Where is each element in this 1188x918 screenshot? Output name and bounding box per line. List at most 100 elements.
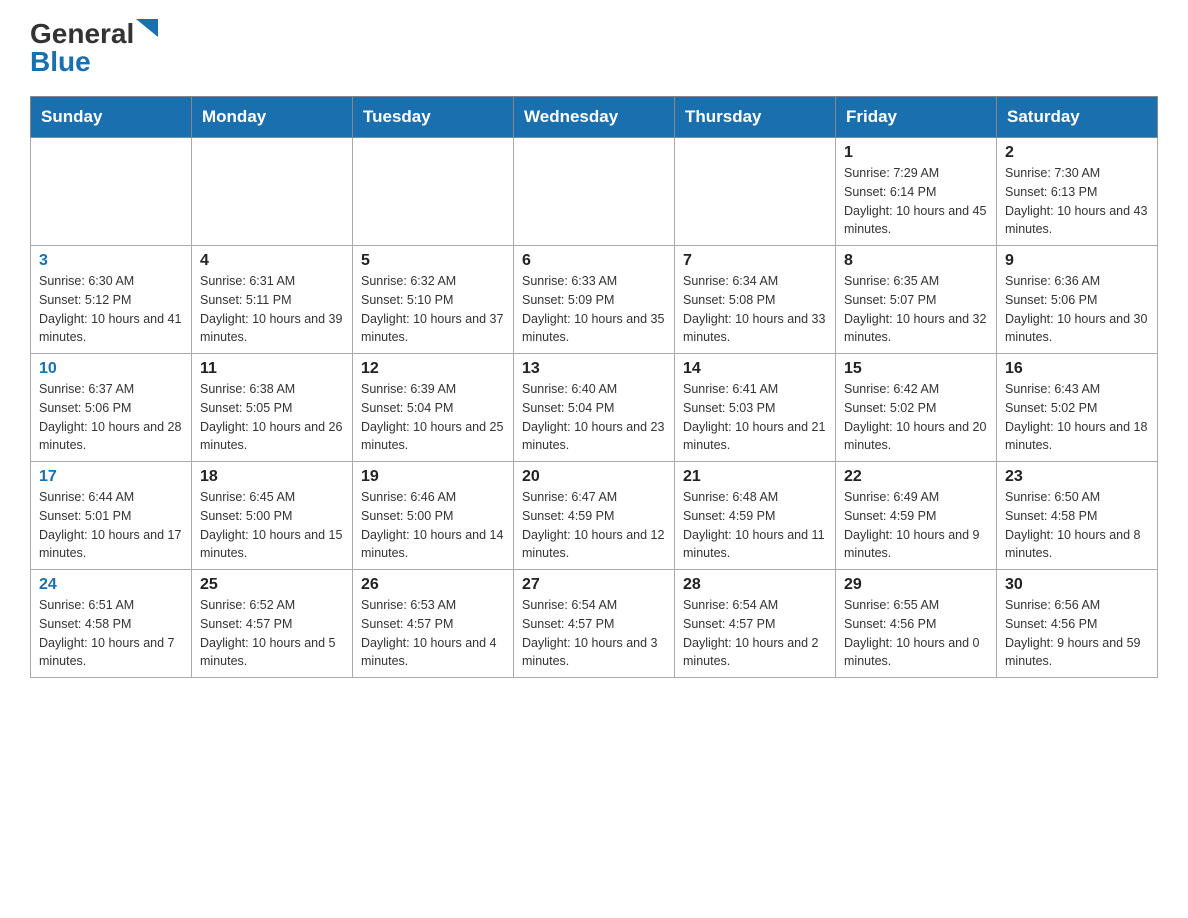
calendar-cell: 7 Sunrise: 6:34 AMSunset: 5:08 PMDaylight… — [675, 246, 836, 354]
day-header-friday: Friday — [836, 97, 997, 138]
day-info: Sunrise: 6:39 AMSunset: 5:04 PMDaylight:… — [361, 380, 505, 455]
day-info: Sunrise: 6:34 AMSunset: 5:08 PMDaylight:… — [683, 272, 827, 347]
calendar-week-4: 17 Sunrise: 6:44 AMSunset: 5:01 PMDayligh… — [31, 462, 1158, 570]
calendar-cell: 26Sunrise: 6:53 AMSunset: 4:57 PMDayligh… — [353, 570, 514, 678]
calendar-cell: 25 Sunrise: 6:52 AMSunset: 4:57 PMDayligh… — [192, 570, 353, 678]
day-number: 29 — [844, 576, 988, 594]
calendar-cell: 21 Sunrise: 6:48 AMSunset: 4:59 PMDayligh… — [675, 462, 836, 570]
day-number: 17 — [39, 468, 183, 486]
day-number: 27 — [522, 576, 666, 594]
day-info: Sunrise: 7:29 AMSunset: 6:14 PMDaylight:… — [844, 164, 988, 239]
day-header-tuesday: Tuesday — [353, 97, 514, 138]
calendar-cell: 27 Sunrise: 6:54 AMSunset: 4:57 PMDayligh… — [514, 570, 675, 678]
day-info: Sunrise: 6:48 AMSunset: 4:59 PMDaylight:… — [683, 488, 827, 563]
calendar-cell: 5 Sunrise: 6:32 AMSunset: 5:10 PMDaylight… — [353, 246, 514, 354]
day-number: 16 — [1005, 360, 1149, 378]
day-number: 18 — [200, 468, 344, 486]
day-number: 28 — [683, 576, 827, 594]
day-info: Sunrise: 6:50 AMSunset: 4:58 PMDaylight:… — [1005, 488, 1149, 563]
calendar-cell: 17 Sunrise: 6:44 AMSunset: 5:01 PMDayligh… — [31, 462, 192, 570]
day-number: 11 — [200, 360, 344, 378]
day-info: Sunrise: 6:47 AMSunset: 4:59 PMDaylight:… — [522, 488, 666, 563]
day-info: Sunrise: 7:30 AMSunset: 6:13 PMDaylight:… — [1005, 164, 1149, 239]
calendar-cell: 3 Sunrise: 6:30 AMSunset: 5:12 PMDaylight… — [31, 246, 192, 354]
calendar-cell: 13Sunrise: 6:40 AMSunset: 5:04 PMDayligh… — [514, 354, 675, 462]
day-header-sunday: Sunday — [31, 97, 192, 138]
day-number: 8 — [844, 252, 988, 270]
calendar-cell — [192, 138, 353, 246]
calendar-cell: 16 Sunrise: 6:43 AMSunset: 5:02 PMDayligh… — [997, 354, 1158, 462]
calendar-cell — [353, 138, 514, 246]
calendar-cell: 12 Sunrise: 6:39 AMSunset: 5:04 PMDayligh… — [353, 354, 514, 462]
day-number: 7 — [683, 252, 827, 270]
day-number: 3 — [39, 252, 183, 270]
day-number: 12 — [361, 360, 505, 378]
calendar-cell: 11 Sunrise: 6:38 AMSunset: 5:05 PMDayligh… — [192, 354, 353, 462]
calendar-cell: 18Sunrise: 6:45 AMSunset: 5:00 PMDayligh… — [192, 462, 353, 570]
calendar-cell: 2 Sunrise: 7:30 AMSunset: 6:13 PMDaylight… — [997, 138, 1158, 246]
day-info: Sunrise: 6:38 AMSunset: 5:05 PMDaylight:… — [200, 380, 344, 455]
day-number: 30 — [1005, 576, 1149, 594]
calendar-cell: 24 Sunrise: 6:51 AMSunset: 4:58 PMDayligh… — [31, 570, 192, 678]
day-number: 23 — [1005, 468, 1149, 486]
day-header-thursday: Thursday — [675, 97, 836, 138]
day-info: Sunrise: 6:56 AMSunset: 4:56 PMDaylight:… — [1005, 596, 1149, 671]
calendar-cell — [675, 138, 836, 246]
calendar-cell — [31, 138, 192, 246]
day-number: 10 — [39, 360, 183, 378]
day-info: Sunrise: 6:31 AMSunset: 5:11 PMDaylight:… — [200, 272, 344, 347]
day-info: Sunrise: 6:49 AMSunset: 4:59 PMDaylight:… — [844, 488, 988, 563]
day-number: 24 — [39, 576, 183, 594]
day-header-wednesday: Wednesday — [514, 97, 675, 138]
calendar-week-5: 24 Sunrise: 6:51 AMSunset: 4:58 PMDayligh… — [31, 570, 1158, 678]
day-info: Sunrise: 6:35 AMSunset: 5:07 PMDaylight:… — [844, 272, 988, 347]
calendar-cell: 4Sunrise: 6:31 AMSunset: 5:11 PMDaylight… — [192, 246, 353, 354]
day-number: 14 — [683, 360, 827, 378]
day-number: 13 — [522, 360, 666, 378]
calendar-cell: 8 Sunrise: 6:35 AMSunset: 5:07 PMDaylight… — [836, 246, 997, 354]
day-info: Sunrise: 6:43 AMSunset: 5:02 PMDaylight:… — [1005, 380, 1149, 455]
day-number: 26 — [361, 576, 505, 594]
day-header-saturday: Saturday — [997, 97, 1158, 138]
calendar-week-1: 1Sunrise: 7:29 AMSunset: 6:14 PMDaylight… — [31, 138, 1158, 246]
day-info: Sunrise: 6:55 AMSunset: 4:56 PMDaylight:… — [844, 596, 988, 671]
page-header: General Blue — [30, 20, 1158, 76]
day-number: 20 — [522, 468, 666, 486]
calendar-cell: 28 Sunrise: 6:54 AMSunset: 4:57 PMDayligh… — [675, 570, 836, 678]
calendar-cell: 10Sunrise: 6:37 AMSunset: 5:06 PMDayligh… — [31, 354, 192, 462]
day-number: 22 — [844, 468, 988, 486]
day-number: 21 — [683, 468, 827, 486]
calendar-cell: 9 Sunrise: 6:36 AMSunset: 5:06 PMDaylight… — [997, 246, 1158, 354]
calendar-cell: 15Sunrise: 6:42 AMSunset: 5:02 PMDayligh… — [836, 354, 997, 462]
day-info: Sunrise: 6:51 AMSunset: 4:58 PMDaylight:… — [39, 596, 183, 671]
logo: General Blue — [30, 20, 158, 76]
day-number: 9 — [1005, 252, 1149, 270]
calendar-cell: 29 Sunrise: 6:55 AMSunset: 4:56 PMDayligh… — [836, 570, 997, 678]
calendar-table: SundayMondayTuesdayWednesdayThursdayFrid… — [30, 96, 1158, 678]
calendar-cell: 14Sunrise: 6:41 AMSunset: 5:03 PMDayligh… — [675, 354, 836, 462]
day-number: 15 — [844, 360, 988, 378]
calendar-header-row: SundayMondayTuesdayWednesdayThursdayFrid… — [31, 97, 1158, 138]
calendar-cell — [514, 138, 675, 246]
calendar-week-2: 3 Sunrise: 6:30 AMSunset: 5:12 PMDaylight… — [31, 246, 1158, 354]
logo-blue-text: Blue — [30, 48, 91, 76]
calendar-week-3: 10Sunrise: 6:37 AMSunset: 5:06 PMDayligh… — [31, 354, 1158, 462]
calendar-cell: 20 Sunrise: 6:47 AMSunset: 4:59 PMDayligh… — [514, 462, 675, 570]
day-number: 2 — [1005, 144, 1149, 162]
day-number: 25 — [200, 576, 344, 594]
calendar-body: 1Sunrise: 7:29 AMSunset: 6:14 PMDaylight… — [31, 138, 1158, 678]
calendar-cell: 19Sunrise: 6:46 AMSunset: 5:00 PMDayligh… — [353, 462, 514, 570]
day-info: Sunrise: 6:54 AMSunset: 4:57 PMDaylight:… — [522, 596, 666, 671]
day-info: Sunrise: 6:44 AMSunset: 5:01 PMDaylight:… — [39, 488, 183, 563]
day-info: Sunrise: 6:52 AMSunset: 4:57 PMDaylight:… — [200, 596, 344, 671]
day-number: 5 — [361, 252, 505, 270]
calendar-cell: 23 Sunrise: 6:50 AMSunset: 4:58 PMDayligh… — [997, 462, 1158, 570]
day-info: Sunrise: 6:54 AMSunset: 4:57 PMDaylight:… — [683, 596, 827, 671]
day-info: Sunrise: 6:32 AMSunset: 5:10 PMDaylight:… — [361, 272, 505, 347]
day-info: Sunrise: 6:30 AMSunset: 5:12 PMDaylight:… — [39, 272, 183, 347]
day-info: Sunrise: 6:36 AMSunset: 5:06 PMDaylight:… — [1005, 272, 1149, 347]
logo-general-text: General — [30, 20, 134, 48]
day-number: 6 — [522, 252, 666, 270]
calendar-cell: 30 Sunrise: 6:56 AMSunset: 4:56 PMDayligh… — [997, 570, 1158, 678]
day-info: Sunrise: 6:33 AMSunset: 5:09 PMDaylight:… — [522, 272, 666, 347]
